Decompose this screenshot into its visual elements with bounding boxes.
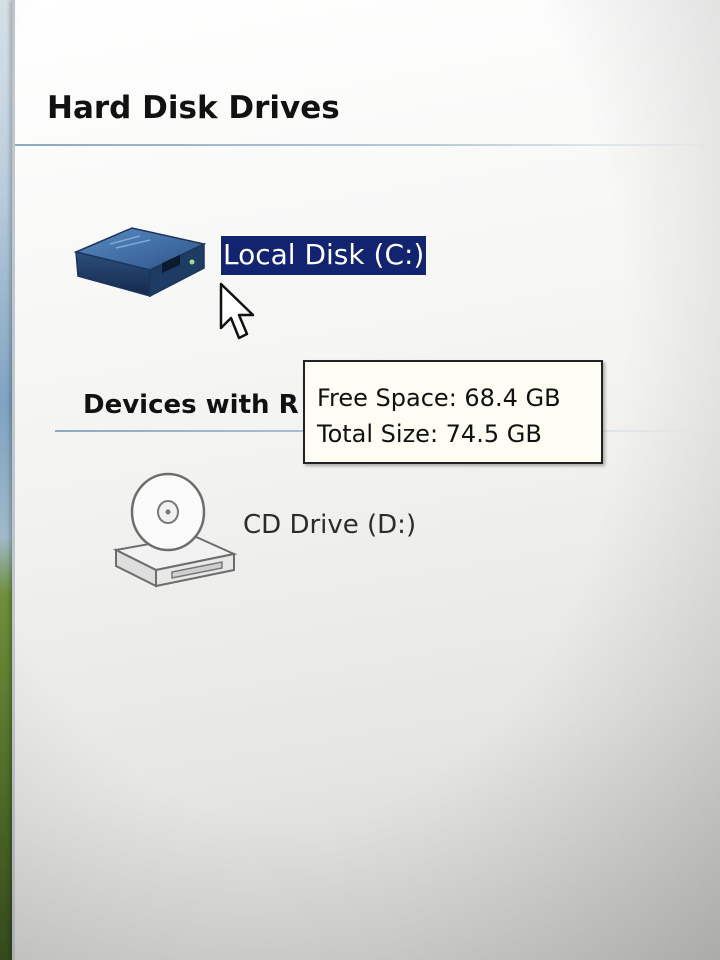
explorer-window: Hard Disk Drives Local Disk (C:) Devices… [12,0,720,960]
local-disk-c-item[interactable]: Local Disk (C:) [219,235,428,276]
hard-disk-drives-header: Hard Disk Drives [47,90,340,126]
drive-info-tooltip: Free Space: 68.4 GB Total Size: 74.5 GB [303,360,603,464]
devices-removable-storage-header: Devices with R [83,390,299,420]
cd-drive-icon[interactable] [110,470,240,590]
hard-disk-icon[interactable] [70,222,210,302]
total-size-text: Total Size: 74.5 GB [317,420,542,448]
group-divider [15,144,715,146]
cd-drive-d-item[interactable]: CD Drive (D:) [243,510,416,540]
free-space-text: Free Space: 68.4 GB [317,384,561,412]
mouse-pointer-icon [219,282,255,340]
